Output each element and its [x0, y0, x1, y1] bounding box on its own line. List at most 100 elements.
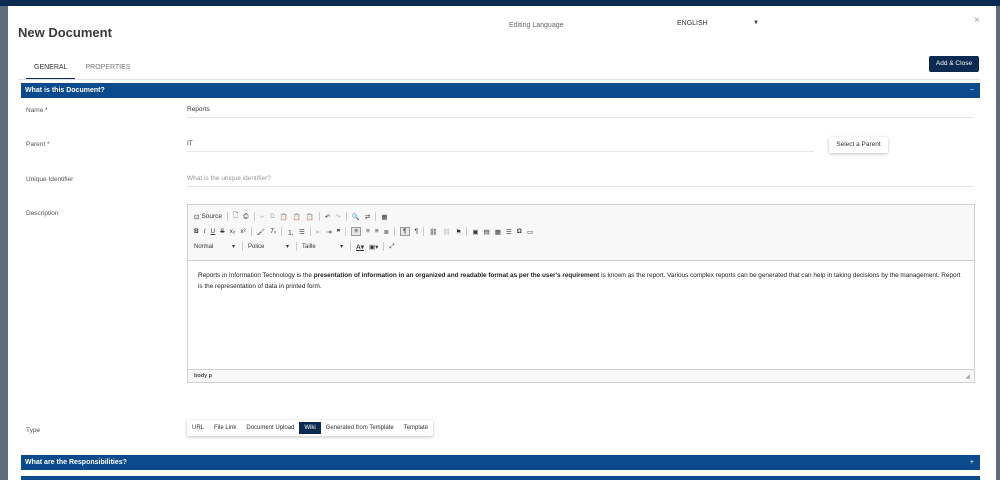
undo-icon[interactable]: ↶: [325, 213, 330, 221]
toolbar-separator: [350, 242, 351, 251]
replace-icon[interactable]: ⇄: [365, 213, 370, 221]
add-close-button[interactable]: Add & Close: [929, 56, 979, 72]
image-icon[interactable]: ▣: [472, 228, 478, 236]
type-option-file-link[interactable]: File Link: [209, 420, 241, 436]
toolbar-separator: [296, 242, 297, 251]
source-icon: ⊡: [194, 213, 200, 221]
paste-word-icon[interactable]: 📋: [306, 213, 314, 221]
toolbar-separator: [423, 227, 425, 236]
section-responsibilities[interactable]: What are the Responsibilities? +: [21, 455, 980, 470]
table-icon[interactable]: ▦: [495, 228, 501, 236]
name-label: Name *: [26, 107, 48, 114]
toolbar-separator: [394, 227, 396, 236]
section-next-collapsed[interactable]: [21, 476, 980, 480]
size-select[interactable]: Taille ▾: [302, 243, 346, 251]
close-icon[interactable]: ×: [974, 15, 980, 26]
toolbar-separator: [375, 212, 377, 221]
toolbar-separator: [250, 227, 252, 236]
type-option-template[interactable]: Template: [399, 420, 433, 436]
anchor-flag-icon[interactable]: ⚑: [456, 228, 462, 236]
chevron-down-icon: ▾: [339, 244, 343, 250]
type-option-generated-from-template[interactable]: Generated from Template: [321, 420, 399, 436]
type-option-url[interactable]: URL: [187, 420, 209, 436]
remove-format-icon[interactable]: Tₓ: [270, 228, 276, 235]
editor-element-path: body p: [188, 369, 974, 382]
type-label: Type: [26, 427, 41, 434]
maximize-icon[interactable]: ⤢: [389, 243, 394, 251]
editing-language-label: Editing Language: [509, 22, 564, 29]
align-left-icon[interactable]: ≡: [351, 227, 362, 236]
special-char-icon[interactable]: Ω: [517, 228, 522, 235]
copy-format-icon[interactable]: 🖌: [257, 228, 265, 236]
align-right-icon[interactable]: ≡: [375, 228, 379, 235]
paste-icon[interactable]: 📋: [280, 213, 288, 221]
justify-icon[interactable]: ≣: [384, 228, 389, 236]
underline-icon[interactable]: U: [211, 228, 216, 235]
horizontal-line-icon[interactable]: ☰: [506, 228, 512, 236]
tab-properties[interactable]: PROPERTIES: [77, 62, 138, 80]
superscript-icon[interactable]: x²: [240, 228, 245, 235]
toolbar-separator: [242, 242, 243, 251]
bulleted-list-icon[interactable]: ☰: [299, 228, 305, 236]
spellcheck-icon[interactable]: ▦: [381, 213, 387, 221]
unique-identifier-label: Unique Identifier: [26, 176, 74, 183]
bold-icon[interactable]: B: [194, 228, 199, 235]
outdent-icon[interactable]: ⇤: [316, 228, 321, 236]
subscript-icon[interactable]: x₂: [230, 228, 236, 235]
tab-general[interactable]: GENERAL: [26, 62, 76, 80]
tab-bar: GENERAL PROPERTIES: [26, 62, 140, 80]
toolbar-separator: [466, 227, 468, 236]
expand-icon[interactable]: +: [970, 455, 974, 470]
numbered-list-icon[interactable]: ⒈: [287, 227, 294, 237]
toolbar-separator: [281, 227, 283, 236]
text-direction-ltr-icon[interactable]: ¶: [400, 227, 410, 236]
find-icon[interactable]: 🔍: [352, 213, 360, 221]
rich-text-editor: ⊡ Source 🗋 ⎙ ✂ ⧉ 📋 📋 📋 ↶ ↷ 🔍 ⇄ ▦ B I U S…: [187, 204, 975, 383]
preview-icon[interactable]: 🗋: [233, 211, 238, 222]
resize-handle-icon[interactable]: ◢: [965, 373, 970, 380]
italic-icon[interactable]: I: [204, 228, 206, 235]
iframe-icon[interactable]: ▭: [527, 228, 533, 236]
chevron-down-icon: ▾: [285, 244, 289, 250]
strikethrough-icon[interactable]: S: [220, 228, 224, 235]
font-select[interactable]: Police ▾: [248, 243, 292, 251]
editor-content[interactable]: Reports in Information Technology is the…: [188, 261, 974, 369]
format-select[interactable]: Normal ▾: [194, 243, 238, 251]
paste-text-icon[interactable]: 📋: [293, 213, 301, 221]
editor-text: Reports in Information Technology is the: [198, 272, 314, 279]
text-color-icon[interactable]: A▾: [356, 243, 364, 251]
background-color-icon[interactable]: ▣▾: [369, 243, 378, 251]
copy-icon[interactable]: ⧉: [270, 213, 275, 221]
link-icon[interactable]: ⛓: [429, 228, 437, 236]
print-icon[interactable]: ⎙: [243, 213, 248, 221]
redo-icon[interactable]: ↷: [335, 213, 340, 221]
type-segmented-control: URL File Link Document Upload Wiki Gener…: [187, 420, 434, 436]
toolbar-separator: [318, 212, 320, 221]
chevron-down-icon: ▾: [231, 244, 235, 250]
cut-icon[interactable]: ✂: [260, 213, 265, 221]
language-select[interactable]: ENGLISH ▼: [677, 20, 767, 32]
toolbar-separator: [383, 242, 385, 251]
chevron-down-icon: ▼: [753, 20, 759, 26]
text-direction-rtl-icon[interactable]: ¶: [415, 228, 419, 235]
toolbar-separator: [345, 227, 347, 236]
parent-field[interactable]: IT: [187, 139, 814, 152]
section-what-is-this-document[interactable]: What is this Document? −: [21, 83, 980, 98]
editor-bold-text: presentation of information in an organi…: [313, 272, 600, 279]
blockquote-icon[interactable]: ❞: [337, 228, 341, 236]
name-field[interactable]: Reports: [187, 105, 975, 118]
modal-title: New Document: [18, 25, 112, 40]
type-option-wiki[interactable]: Wiki: [299, 422, 321, 434]
flash-icon[interactable]: ▤: [484, 228, 490, 236]
indent-icon[interactable]: ⇥: [326, 228, 331, 236]
parent-label: Parent *: [26, 141, 50, 148]
collapse-icon[interactable]: −: [970, 83, 974, 98]
section-title: What are the Responsibilities?: [25, 459, 127, 466]
unique-identifier-field[interactable]: What is the unique identifier?: [187, 174, 975, 187]
section-title: What is this Document?: [25, 87, 105, 94]
align-center-icon[interactable]: ≡: [366, 228, 370, 235]
type-option-document-upload[interactable]: Document Upload: [241, 420, 299, 436]
source-button[interactable]: ⊡ Source: [194, 213, 222, 221]
select-parent-button[interactable]: Select a Parent: [829, 137, 888, 153]
unlink-icon[interactable]: ⛓: [442, 228, 450, 236]
